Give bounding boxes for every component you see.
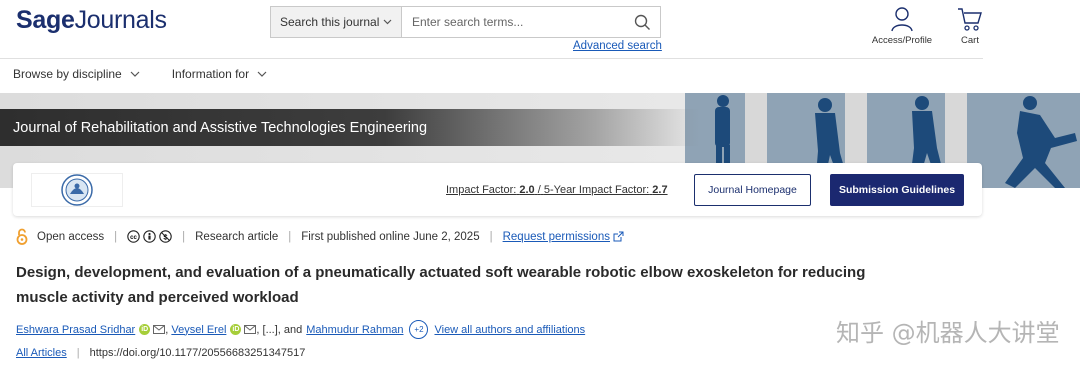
non-commercial-icon: $ (159, 230, 172, 243)
header-divider (0, 58, 983, 59)
meta-separator: | (182, 230, 186, 243)
nav-information-for[interactable]: Information for (172, 67, 267, 81)
mail-icon[interactable] (153, 325, 166, 334)
external-link-icon (613, 231, 624, 242)
nav-item-label: Browse by discipline (13, 67, 122, 81)
five-year-impact-value: 2.7 (652, 184, 668, 196)
all-articles-link[interactable]: All Articles (16, 347, 67, 359)
cart-label: Cart (961, 35, 979, 46)
article-title: Design, development, and evaluation of a… (16, 264, 866, 306)
author-link[interactable]: Eshwara Prasad Sridhar (16, 324, 135, 336)
meta-separator: | (288, 230, 292, 243)
journal-homepage-button[interactable]: Journal Homepage (694, 174, 811, 206)
search-button[interactable] (624, 7, 660, 37)
article-type: Research article (195, 230, 279, 243)
submission-guidelines-button[interactable]: Submission Guidelines (830, 174, 964, 206)
author-link[interactable]: Mahmudur Rahman (306, 324, 403, 336)
license-icons[interactable]: cc $ (127, 230, 172, 243)
authors-ellipsis: [...], and (262, 323, 303, 336)
impact-factor-label: Impact Factor: (446, 184, 517, 196)
article-meta-row: Open access | cc $ | Research article | … (16, 228, 624, 245)
search-input[interactable] (402, 7, 624, 37)
search-icon (634, 14, 650, 30)
watermark-text: 知乎 @机器人大讲堂 (836, 319, 1060, 347)
meta-separator: | (114, 230, 118, 243)
journal-info-card: Impact Factor: 2.0 / 5-Year Impact Facto… (13, 163, 982, 216)
mail-icon[interactable] (244, 325, 257, 334)
chevron-down-icon (257, 71, 267, 77)
view-all-authors-link[interactable]: View all authors and affiliations (434, 324, 585, 336)
published-date: First published online June 2, 2025 (301, 230, 480, 243)
author-link[interactable]: Veysel Erel (171, 324, 226, 336)
meta-separator: | (76, 347, 80, 359)
orcid-icon[interactable]: iD (139, 324, 151, 335)
chevron-down-icon (383, 19, 392, 25)
doi-row: All Articles | https://doi.org/10.1177/2… (16, 347, 305, 359)
search-bar: Search this journal (270, 6, 661, 38)
meta-separator: | (489, 230, 493, 243)
open-access-icon (16, 228, 28, 245)
nav-item-label: Information for (171, 67, 250, 81)
five-year-impact-label: 5-Year Impact Factor: (543, 184, 650, 196)
chevron-down-icon (130, 71, 140, 77)
journal-seal-icon (61, 174, 93, 206)
logo-bold: Sage (16, 6, 75, 34)
main-nav: Browse by discipline Information for (13, 67, 267, 81)
nav-browse-by-discipline[interactable]: Browse by discipline (13, 67, 140, 81)
open-access-label: Open access (37, 230, 105, 243)
doi-text[interactable]: https://doi.org/10.1177/2055668325134751… (90, 347, 306, 359)
impact-factor-value: 2.0 (519, 184, 535, 196)
impact-divider: / (537, 184, 541, 196)
impact-factor-link[interactable]: Impact Factor: 2.0 / 5-Year Impact Facto… (446, 184, 668, 196)
advanced-search-link[interactable]: Advanced search (573, 40, 662, 52)
request-permissions-link[interactable]: Request permissions (503, 231, 610, 243)
search-scope-dropdown[interactable]: Search this journal (271, 7, 402, 37)
authors-row: Eshwara Prasad Sridhar iD , Veysel Erel … (16, 320, 585, 339)
sage-journals-logo[interactable]: SageJournals (16, 6, 167, 35)
access-profile-label: Access/Profile (871, 35, 933, 46)
access-profile-button[interactable]: Access/Profile (869, 6, 935, 46)
svg-text:cc: cc (130, 235, 137, 241)
more-authors-badge[interactable]: +2 (409, 320, 429, 339)
orcid-icon[interactable]: iD (230, 324, 242, 335)
journal-logo[interactable] (31, 173, 123, 207)
cart-icon (958, 8, 982, 31)
creative-commons-icon: cc (127, 230, 140, 243)
journal-title-bar: Journal of Rehabilitation and Assistive … (0, 109, 700, 146)
logo-rest: Journals (74, 6, 167, 34)
journal-title: Journal of Rehabilitation and Assistive … (13, 119, 428, 136)
user-icon (891, 7, 913, 32)
cart-button[interactable]: Cart (952, 6, 988, 46)
attribution-icon (143, 230, 156, 243)
search-scope-label: Search this journal (280, 15, 380, 29)
